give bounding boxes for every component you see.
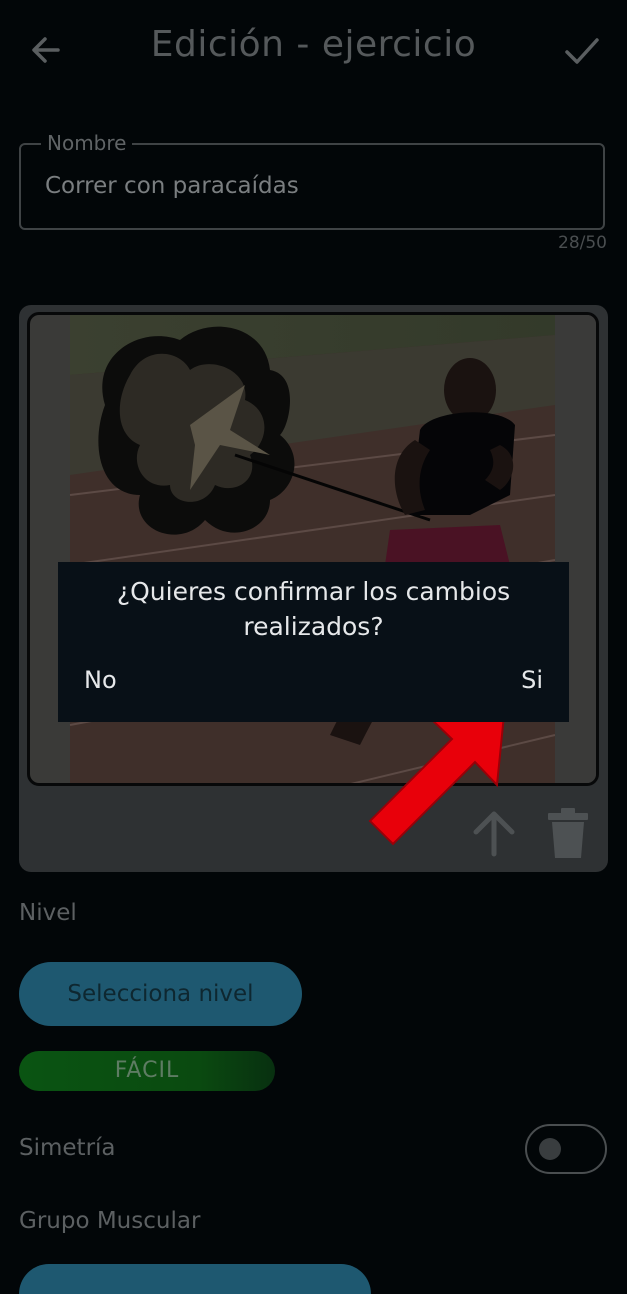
muscle-group-button[interactable] [19, 1264, 371, 1294]
dialog-yes-button[interactable]: Si [521, 666, 543, 694]
character-counter: 28/50 [558, 233, 607, 253]
page-title: Edición - ejercicio [150, 24, 477, 65]
muscle-group-label: Grupo Muscular [19, 1208, 201, 1234]
symmetry-toggle[interactable] [525, 1124, 607, 1174]
select-level-button[interactable]: Selecciona nivel [19, 962, 302, 1026]
confirm-button[interactable] [562, 32, 602, 70]
symmetry-label: Simetría [19, 1135, 116, 1161]
toggle-knob [539, 1138, 561, 1160]
confirm-dialog: ¿Quieres confirmar los cambios realizado… [58, 562, 569, 722]
dialog-message: ¿Quieres confirmar los cambios realizado… [116, 577, 511, 641]
check-icon [565, 38, 599, 64]
annotation-arrow-icon [368, 703, 507, 846]
trash-icon [548, 808, 588, 858]
delete-image-button[interactable] [546, 808, 590, 860]
exercise-edit-screen: Edición - ejercicio Nombre Correr con pa… [0, 0, 627, 1294]
name-field[interactable]: Nombre Correr con paracaídas [19, 131, 605, 230]
name-field-value[interactable]: Correr con paracaídas [45, 173, 299, 199]
level-label: Nivel [19, 900, 77, 926]
level-badge: FÁCIL [19, 1051, 275, 1091]
dialog-no-button[interactable]: No [84, 666, 117, 694]
name-field-label: Nombre [41, 131, 133, 155]
